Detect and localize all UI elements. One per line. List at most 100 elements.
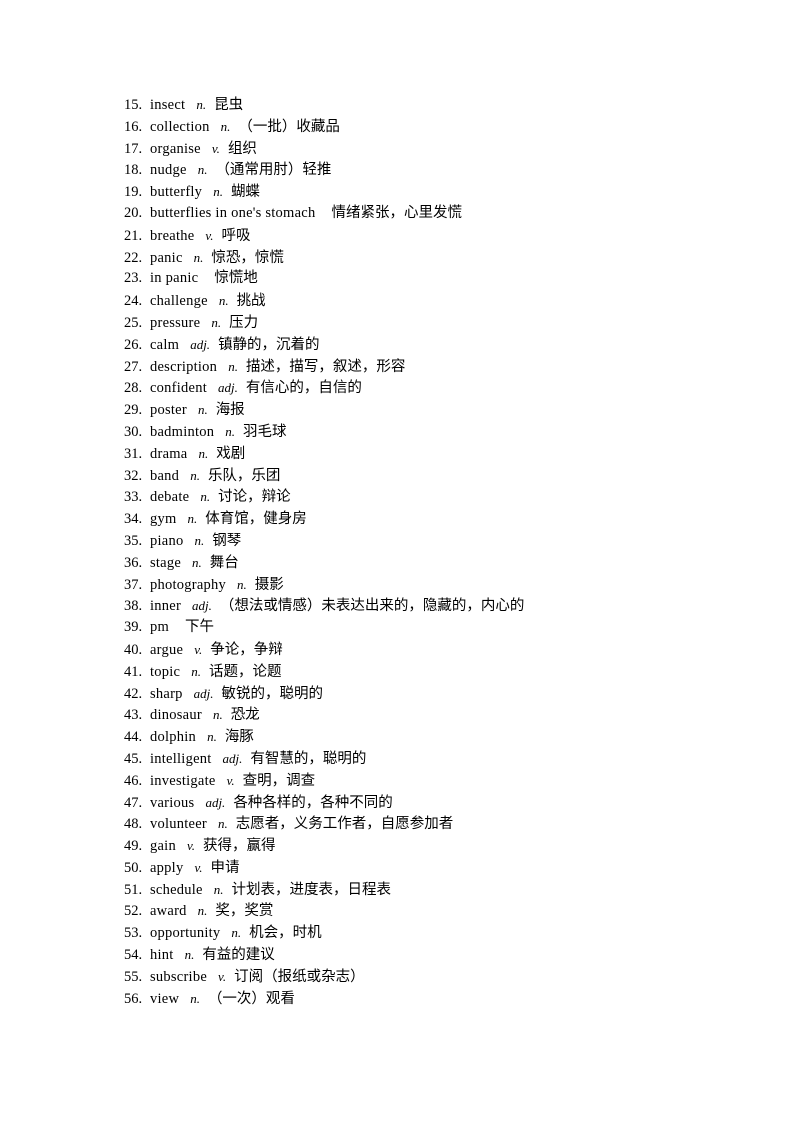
vocabulary-entry: 53. opportunity n. 机会，时机 <box>124 922 724 944</box>
entry-part-of-speech: v. <box>226 772 235 788</box>
entry-definition: （一次）观看 <box>207 990 295 1007</box>
vocabulary-entry: 30. badminton n. 羽毛球 <box>124 421 724 443</box>
entry-part-of-speech: n. <box>231 925 242 941</box>
entry-definition: （一批）收藏品 <box>238 118 340 135</box>
entry-definition: 昆虫 <box>214 97 244 113</box>
entry-part-of-speech: n. <box>192 554 202 570</box>
entry-word: insect <box>150 97 186 113</box>
vocabulary-entry: 40. argue v. 争论，争辩 <box>124 639 724 661</box>
vocabulary-entry: 17. organise v. 组织 <box>124 138 724 160</box>
entry-word: calm <box>150 336 180 353</box>
entry-part-of-speech: n. <box>187 511 198 527</box>
entry-word: in panic <box>150 270 199 287</box>
vocabulary-entry: 41. topic n. 话题，论题 <box>124 661 724 683</box>
entry-number: 20. <box>124 204 143 221</box>
entry-part-of-speech: n. <box>207 729 217 745</box>
entry-word: argue <box>150 641 184 658</box>
entry-part-of-speech: n. <box>190 467 200 483</box>
vocabulary-entry: 35. piano n. 钢琴 <box>124 530 724 552</box>
entry-word: debate <box>150 489 190 506</box>
entry-word: panic <box>150 249 183 266</box>
entry-word: pressure <box>150 314 201 331</box>
entry-number: 27. <box>124 358 143 375</box>
vocabulary-entry: 48. volunteer n. 志愿者，义务工作者，自愿参加者 <box>124 813 724 835</box>
entry-number: 32. <box>124 467 143 484</box>
entry-number: 22. <box>124 249 143 266</box>
entry-definition: （通常用肘）轻推 <box>215 162 332 179</box>
entry-number: 36. <box>124 554 143 571</box>
entry-definition: 组织 <box>227 140 257 157</box>
entry-word: breathe <box>150 227 195 244</box>
vocabulary-entry: 56. view n. （一次）观看 <box>124 988 724 1010</box>
entry-definition: 订阅（报纸或杂志） <box>234 968 365 985</box>
entry-word: topic <box>150 663 181 680</box>
vocabulary-entry: 51. schedule n. 计划表，进度表，日程表 <box>124 879 724 901</box>
entry-definition: 申请 <box>210 859 240 876</box>
entry-part-of-speech: n. <box>200 489 211 505</box>
entry-number: 21. <box>124 227 143 244</box>
vocabulary-entry: 47. various adj. 各种各样的，各种不同的 <box>124 792 724 814</box>
entry-number: 49. <box>124 838 143 855</box>
entry-number: 43. <box>124 707 143 724</box>
entry-number: 48. <box>124 816 143 833</box>
vocabulary-entry: 38. inner adj. （想法或情感）未表达出来的，隐藏的，内心的 <box>124 595 724 617</box>
entry-definition: 钢琴 <box>212 532 242 549</box>
entry-number: 56. <box>124 990 143 1007</box>
entry-definition: 惊慌地 <box>214 270 258 287</box>
vocabulary-entry: 36. stage n. 舞台 <box>124 552 724 574</box>
entry-part-of-speech: n. <box>194 532 205 548</box>
entry-word: award <box>150 903 187 920</box>
entry-part-of-speech: n. <box>218 816 228 832</box>
entry-word: various <box>150 794 195 811</box>
entry-word: volunteer <box>150 816 208 833</box>
entry-definition: 海报 <box>215 402 245 419</box>
entry-part-of-speech: n. <box>237 576 247 592</box>
entry-word: butterfly <box>150 184 203 201</box>
entry-part-of-speech: v. <box>205 227 214 243</box>
vocabulary-entry: 44. dolphin n. 海豚 <box>124 726 724 748</box>
vocabulary-entry: 24. challenge n. 挑战 <box>124 290 724 312</box>
vocabulary-entry: 45. intelligent adj. 有智慧的，聪明的 <box>124 748 724 770</box>
entry-word: collection <box>150 118 210 135</box>
entry-number: 46. <box>124 772 143 789</box>
entry-word: inner <box>150 598 182 615</box>
vocabulary-entry: 27. description n. 描述，描写，叙述，形容 <box>124 356 724 378</box>
entry-definition: 蝴蝶 <box>230 184 260 201</box>
entry-part-of-speech: n. <box>212 707 223 723</box>
vocabulary-entry: 28. confident adj. 有信心的，自信的 <box>124 377 724 399</box>
entry-word: schedule <box>150 881 203 898</box>
entry-definition: 话题，论题 <box>209 663 282 680</box>
entry-definition: 争论，争辩 <box>210 641 283 658</box>
entry-word: description <box>150 358 218 375</box>
entry-definition: 讨论，辩论 <box>218 489 291 506</box>
entry-definition: 描述，描写，叙述，形容 <box>245 358 406 375</box>
vocabulary-entry: 50. apply v. 申请 <box>124 857 724 879</box>
entry-part-of-speech: adj. <box>192 598 212 614</box>
entry-definition: 摄影 <box>254 576 284 593</box>
entry-part-of-speech: v. <box>211 140 220 156</box>
entry-word: gym <box>150 511 177 528</box>
vocabulary-entry: 31. drama n. 戏剧 <box>124 443 724 465</box>
vocabulary-entry: 52. award n. 奖，奖赏 <box>124 900 724 922</box>
vocabulary-list: 15. insect n. 昆虫 16. collection n. （一批）收藏品 17. or… <box>124 94 724 1009</box>
entry-part-of-speech: adj. <box>218 380 238 396</box>
entry-word: drama <box>150 445 188 462</box>
entry-definition: 惊恐，惊慌 <box>211 249 284 266</box>
entry-part-of-speech: n. <box>211 314 222 330</box>
entry-part-of-speech: n. <box>213 184 223 200</box>
entry-number: 51. <box>124 881 143 898</box>
entry-word: investigate <box>150 772 216 789</box>
entry-definition: （想法或情感）未表达出来的，隐藏的，内心的 <box>219 598 525 615</box>
entry-part-of-speech: n. <box>220 118 231 134</box>
entry-word: challenge <box>150 293 208 310</box>
entry-part-of-speech: adj. <box>205 794 226 810</box>
entry-definition: 体育馆，健身房 <box>205 511 307 528</box>
vocabulary-entry: 39. pm 下午 <box>124 617 724 639</box>
entry-number: 35. <box>124 532 143 549</box>
entry-number: 24. <box>124 293 143 310</box>
vocabulary-entry: 42. sharp adj. 敏锐的，聪明的 <box>124 683 724 705</box>
vocabulary-entry: 32. band n. 乐队，乐团 <box>124 465 724 487</box>
entry-definition: 乐队，乐团 <box>207 467 281 484</box>
entry-part-of-speech: n. <box>213 881 224 897</box>
vocabulary-entry: 25. pressure n. 压力 <box>124 312 724 334</box>
